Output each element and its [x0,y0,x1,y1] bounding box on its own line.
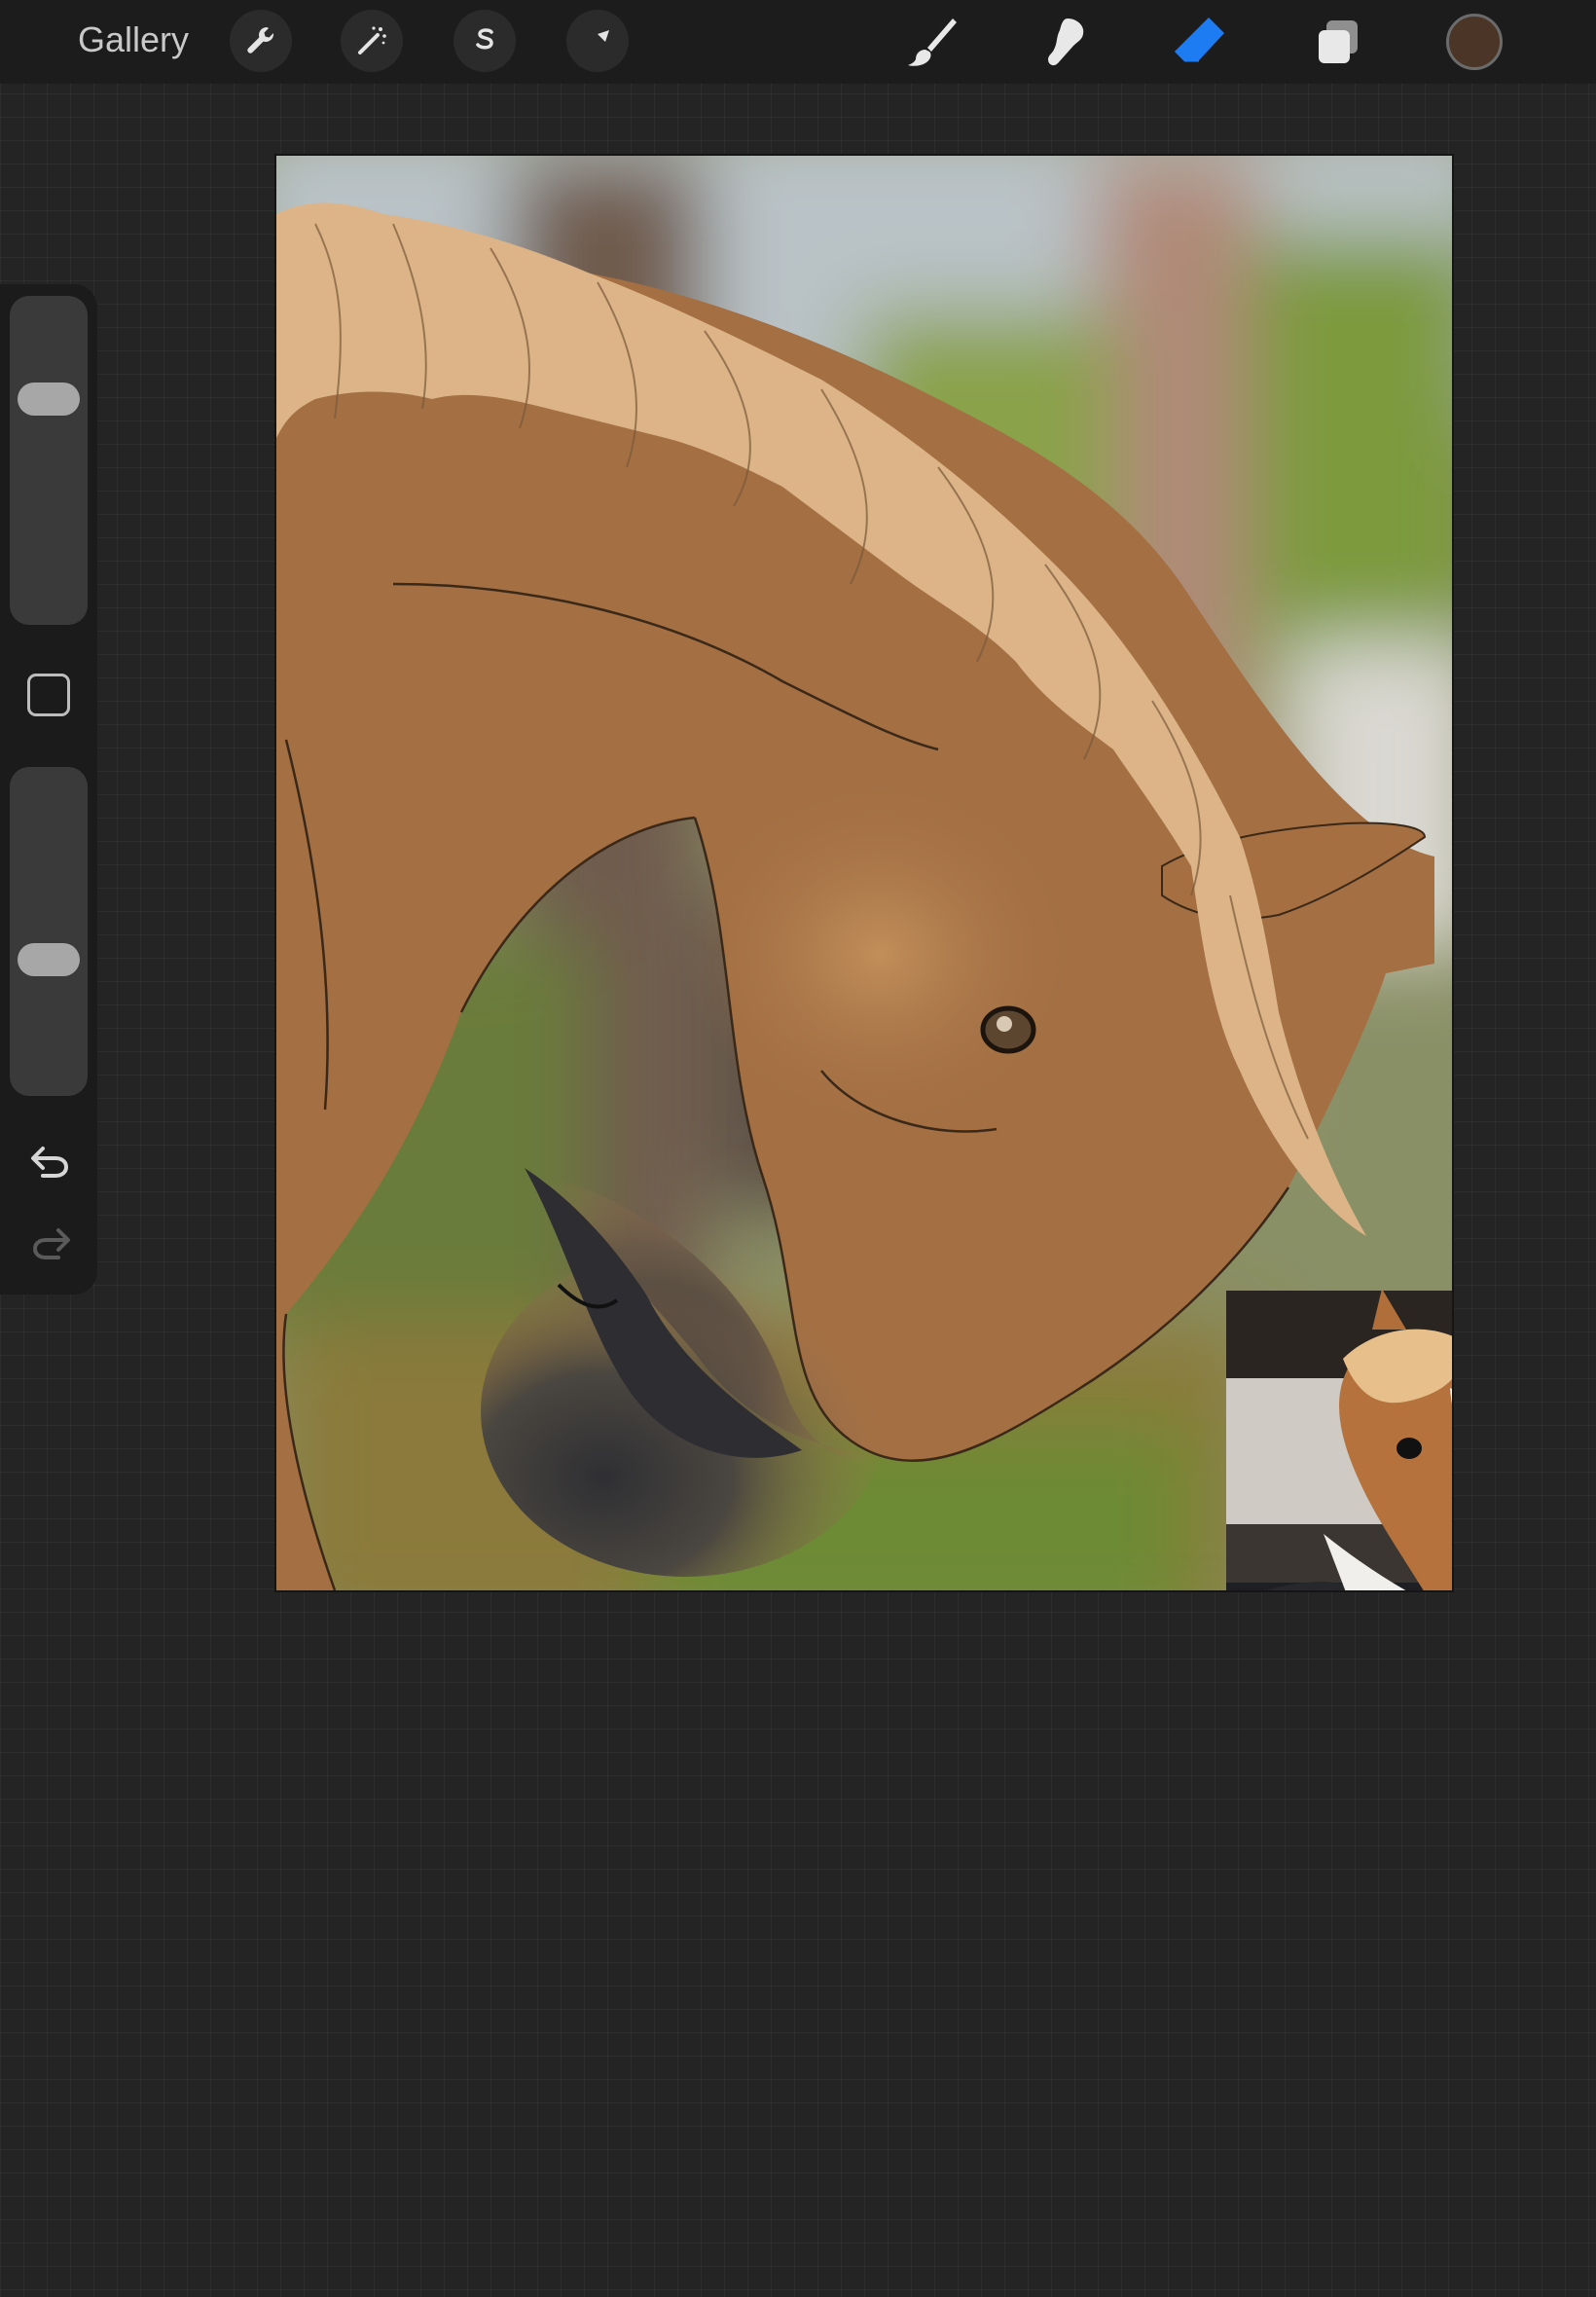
layers-icon[interactable] [1304,10,1372,74]
top-toolbar: Gallery [0,0,1596,84]
drawing-canvas[interactable] [276,156,1452,1590]
opacity-knob[interactable] [18,942,80,976]
reference-horse-photo [1226,1291,1452,1590]
opacity-slider[interactable] [10,767,88,1096]
brush-size-slider[interactable] [10,296,88,625]
actions-wrench-icon[interactable] [230,10,292,72]
brush-size-knob[interactable] [18,382,80,416]
selection-s-icon[interactable] [453,10,516,72]
redo-icon[interactable] [23,1219,78,1265]
reference-photo[interactable] [1226,1291,1452,1590]
transform-arrow-icon[interactable] [566,10,629,72]
eraser-icon[interactable] [1166,10,1234,74]
adjustments-magic-wand-icon[interactable] [341,10,403,72]
brush-icon[interactable] [897,10,965,74]
smudge-icon[interactable] [1032,10,1100,74]
modify-square-icon[interactable] [27,674,70,716]
gallery-button[interactable]: Gallery [78,19,189,60]
color-picker-swatch[interactable] [1446,14,1503,70]
side-toolbar [0,284,97,1294]
undo-icon[interactable] [23,1137,78,1184]
